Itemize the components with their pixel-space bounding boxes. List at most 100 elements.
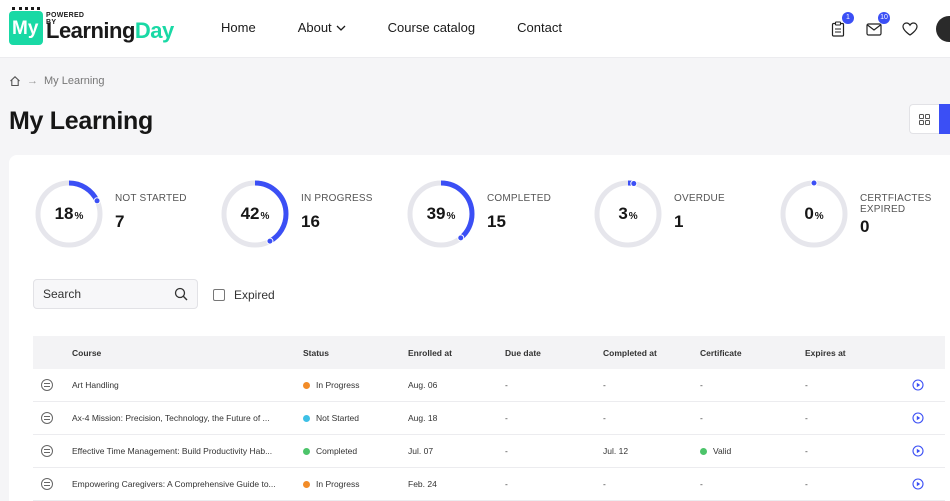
completed-cell: - [603, 413, 606, 423]
nav-home[interactable]: Home [221, 20, 256, 35]
grid-view-button[interactable] [909, 104, 939, 134]
stat-percent-value: 39 [426, 204, 446, 223]
courses-table: Course Status Enrolled at Due date Compl… [33, 336, 945, 501]
play-course-button[interactable] [912, 402, 926, 434]
header-actions: 1 10 [828, 12, 950, 42]
stat-percent-value: 18 [54, 204, 74, 223]
stat-percent-value: 42 [240, 204, 260, 223]
certificate-text: - [700, 413, 703, 423]
wishlist-button[interactable] [900, 19, 920, 39]
table-row[interactable]: Effective Time Management: Build Product… [33, 435, 945, 468]
status-cell: In Progress [303, 369, 403, 401]
mail-icon [866, 22, 882, 36]
certificate-cell: - [700, 468, 790, 500]
table-row[interactable]: Art Handling In Progress Aug. 06 - - - - [33, 369, 945, 402]
heart-icon [902, 22, 918, 36]
certificate-text: - [700, 380, 703, 390]
course-title[interactable]: Art Handling [72, 369, 285, 401]
logo-my-text: My [12, 18, 39, 39]
expired-filter[interactable]: Expired [213, 288, 275, 302]
clipboard-icon [831, 21, 845, 37]
course-title[interactable]: Effective Time Management: Build Product… [72, 435, 285, 467]
nav-contact[interactable]: Contact [517, 20, 562, 35]
status-dot [303, 480, 310, 488]
expires-cell: - [805, 446, 808, 456]
play-course-button[interactable] [912, 435, 926, 467]
stat-label: OVERDUE [674, 193, 725, 204]
certificate-dot [700, 447, 707, 455]
table-row[interactable]: Ax-4 Mission: Precision, Technology, the… [33, 402, 945, 435]
breadcrumb: → My Learning [9, 75, 105, 87]
status-cell: Completed [303, 435, 403, 467]
logo-learning-text: Learning [46, 18, 135, 43]
brand-logo[interactable]: My POWERED BY LearningDay [9, 7, 174, 45]
stat-count: 16 [301, 212, 320, 231]
play-course-button[interactable] [912, 369, 926, 401]
nav-about-label: About [297, 20, 332, 35]
course-icon [41, 412, 53, 424]
stat-count: 7 [115, 212, 125, 231]
expires-cell: - [805, 479, 808, 489]
play-course-button[interactable] [912, 468, 926, 500]
top-header: My POWERED BY LearningDay Home About Cou… [0, 0, 950, 58]
expires-cell: - [805, 380, 808, 390]
header-enrolled-at[interactable]: Enrolled at [408, 336, 498, 369]
header-course[interactable]: Course [72, 336, 285, 369]
search-input[interactable] [34, 280, 164, 308]
learning-card: 18% NOT STARTED 7 42% IN PROGRESS 16 39% COMPLE… [9, 155, 950, 501]
stat-label: CERTFIACTES EXPIRED [860, 193, 932, 215]
expired-checkbox[interactable] [213, 289, 225, 301]
stat-percent-value: 3 [618, 204, 628, 223]
stat-percent: 3% [592, 178, 664, 250]
course-cell-icon [41, 468, 55, 500]
status-text: In Progress [316, 479, 360, 489]
enrolled-cell: Jul. 07 [408, 446, 434, 456]
table-row[interactable]: Empowering Caregivers: A Comprehensive G… [33, 468, 945, 501]
expires-cell: - [805, 413, 808, 423]
stat-percent-symbol: % [814, 210, 824, 222]
logo-day-text: Day [134, 18, 174, 43]
enrolled-cell: Aug. 06 [408, 380, 438, 390]
certificate-cell: - [700, 369, 790, 401]
messages-button[interactable]: 10 [864, 12, 890, 39]
header-due-date[interactable]: Due date [505, 336, 595, 369]
stat-count: 0 [860, 217, 870, 236]
list-view-button[interactable] [939, 104, 950, 134]
course-title[interactable]: Ax-4 Mission: Precision, Technology, the… [72, 402, 285, 434]
header-certificate[interactable]: Certificate [700, 336, 790, 369]
stat-percent: 0% [778, 178, 850, 250]
messages-badge: 10 [878, 12, 890, 24]
header-expires-at[interactable]: Expires at [805, 336, 895, 369]
logo-mark: My [9, 7, 43, 45]
stat-count: 15 [487, 212, 506, 231]
stat-percent: 39% [405, 178, 477, 250]
nav-about[interactable]: About [298, 20, 346, 35]
user-avatar[interactable] [936, 16, 950, 42]
stat-percent-symbol: % [260, 210, 270, 222]
stat-count: 1 [674, 212, 684, 231]
course-icon [41, 379, 53, 391]
header-completed-at[interactable]: Completed at [603, 336, 693, 369]
due-cell: - [505, 413, 508, 423]
tasks-button[interactable]: 1 [828, 12, 854, 39]
status-text: In Progress [316, 380, 360, 390]
status-dot [303, 414, 310, 422]
certificate-cell: Valid [700, 435, 790, 467]
enrolled-cell: Aug. 18 [408, 413, 438, 423]
status-cell: In Progress [303, 468, 403, 500]
stat-completed: 39% COMPLETED 15 [405, 178, 595, 250]
header-status[interactable]: Status [303, 336, 403, 369]
course-title[interactable]: Empowering Caregivers: A Comprehensive G… [72, 468, 285, 500]
nav-course-catalog[interactable]: Course catalog [388, 20, 475, 35]
main-nav: Home About Course catalog Contact [221, 20, 604, 35]
stat-label: NOT STARTED [115, 193, 187, 204]
stat-percent: 42% [219, 178, 291, 250]
home-icon[interactable] [9, 75, 21, 87]
stat-in-progress: 42% IN PROGRESS 16 [219, 178, 409, 250]
due-cell: - [505, 380, 508, 390]
search-icon[interactable] [174, 287, 188, 301]
stat-percent-value: 0 [804, 204, 814, 223]
due-cell: - [505, 446, 508, 456]
play-circle-icon [912, 379, 924, 391]
certificate-text: - [700, 479, 703, 489]
